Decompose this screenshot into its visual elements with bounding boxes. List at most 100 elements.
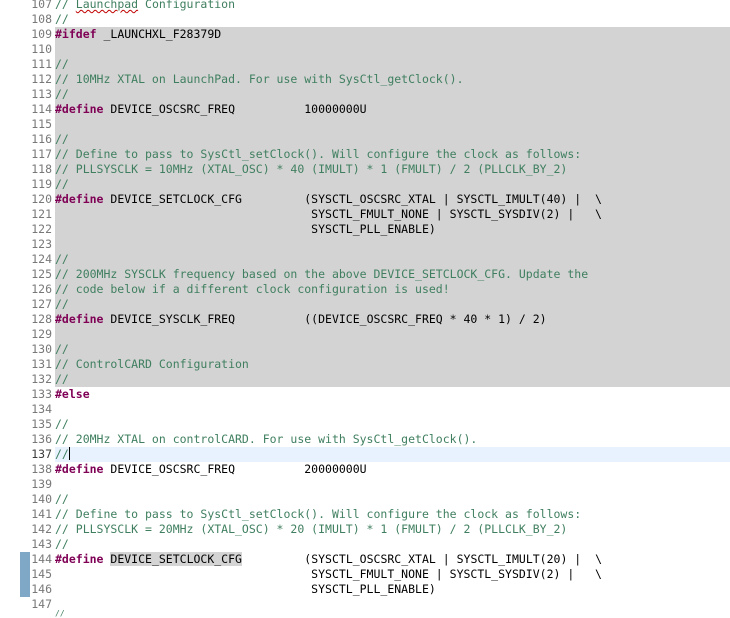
code-token: DEVICE_OSCSRC_FREQ 20000000U <box>103 462 367 476</box>
code-text: // <box>55 132 730 147</box>
code-line[interactable]: 140// <box>0 492 730 507</box>
code-line[interactable]: 108// <box>0 12 730 27</box>
code-line[interactable]: 132// <box>0 372 730 387</box>
code-line[interactable]: 111// <box>0 57 730 72</box>
line-number: 113 <box>31 87 52 101</box>
line-number: 128 <box>31 312 52 326</box>
line-number: 129 <box>31 327 52 341</box>
code-line[interactable]: 134 <box>0 402 730 417</box>
code-line[interactable]: 114 #define DEVICE_OSCSRC_FREQ 10000000U <box>0 102 730 117</box>
line-number: 127 <box>31 297 52 311</box>
line-number: 114 <box>31 102 52 116</box>
line-number: 137 <box>31 447 52 461</box>
line-number: 116 <box>31 132 52 146</box>
line-number: 138 <box>31 462 52 476</box>
code-token: // <box>55 57 69 71</box>
code-token: // Define to pass to SysCtl_setClock(). … <box>55 147 582 161</box>
line-number: 124 <box>31 252 52 266</box>
code-line[interactable]: 133 #else <box>0 387 730 402</box>
code-line[interactable]: 144 #define DEVICE_SETCLOCK_CFG (SYSCTL_O… <box>0 552 730 567</box>
code-text: // PLLSYSCLK = 10MHz (XTAL_OSC) * 40 (IM… <box>55 162 730 177</box>
code-text: // <box>55 372 730 387</box>
code-text: // <box>55 57 730 72</box>
line-number: 142 <box>31 522 52 536</box>
code-line[interactable]: 131// ControlCARD Configuration <box>0 357 730 372</box>
code-line[interactable]: 121 SYSCTL_FMULT_NONE | SYSCTL_SYSDIV(2)… <box>0 207 730 222</box>
code-line[interactable]: 125// 200MHz SYSCLK frequency based on t… <box>0 267 730 282</box>
code-line[interactable]: 138 #define DEVICE_OSCSRC_FREQ 20000000U <box>0 462 730 477</box>
code-line[interactable]: 129 <box>0 327 730 342</box>
code-token: // Define to pass to SysCtl_setClock(). … <box>55 507 582 521</box>
code-text: // code below if a different clock confi… <box>55 282 730 297</box>
code-text <box>55 117 730 132</box>
line-number: 133 <box>31 387 52 401</box>
code-line[interactable]: 113// <box>0 87 730 102</box>
code-line[interactable]: 124// <box>0 252 730 267</box>
code-token: // <box>55 252 69 266</box>
line-number: 141 <box>31 507 52 521</box>
code-token: DEVICE_SYSCLK_FREQ ((DEVICE_OSCSRC_FREQ … <box>103 312 547 326</box>
code-line[interactable]: 139 <box>0 477 730 492</box>
line-number: 109 <box>31 27 52 41</box>
code-text: // 200MHz SYSCLK frequency based on the … <box>55 267 730 282</box>
code-token: SYSCTL_FMULT_NONE | SYSCTL_SYSDIV(2) | \ <box>55 207 602 221</box>
code-line[interactable]: 110 <box>0 42 730 57</box>
line-number: 145 <box>31 567 52 581</box>
code-line[interactable]: 115 <box>0 117 730 132</box>
code-line[interactable]: 136// 20MHz XTAL on controlCARD. For use… <box>0 432 730 447</box>
code-text: // <box>55 87 730 102</box>
code-text: #define DEVICE_SETCLOCK_CFG (SYSCTL_OSCS… <box>55 552 730 567</box>
code-text: // <box>55 447 730 462</box>
line-number: 122 <box>31 222 52 236</box>
code-line[interactable]: 146 SYSCTL_PLL_ENABLE) <box>0 582 730 597</box>
code-line[interactable]: 123 <box>0 237 730 252</box>
code-text <box>55 327 730 342</box>
line-number: 130 <box>31 342 52 356</box>
line-number: 123 <box>31 237 52 251</box>
code-line[interactable]: 128 #define DEVICE_SYSCLK_FREQ ((DEVICE_O… <box>0 312 730 327</box>
code-line[interactable]: 118// PLLSYSCLK = 10MHz (XTAL_OSC) * 40 … <box>0 162 730 177</box>
code-token: // <box>55 12 69 26</box>
code-text: #else <box>55 387 730 402</box>
code-line[interactable]: 130// <box>0 342 730 357</box>
code-line[interactable]: 127// <box>0 297 730 312</box>
line-number: 107 <box>31 0 52 11</box>
code-line[interactable]: 135// <box>0 417 730 432</box>
code-line[interactable]: 119// <box>0 177 730 192</box>
code-token: // <box>55 132 69 146</box>
line-number: 112 <box>31 72 52 86</box>
line-number: 125 <box>31 267 52 281</box>
code-line[interactable]: 137// <box>0 447 730 462</box>
line-number: 139 <box>31 477 52 491</box>
code-line[interactable]: 145 SYSCTL_FMULT_NONE | SYSCTL_SYSDIV(2)… <box>0 567 730 582</box>
code-text: // <box>55 417 730 432</box>
code-token: // code below if a different clock confi… <box>55 282 450 296</box>
code-line[interactable]: 122 SYSCTL_PLL_ENABLE) <box>0 222 730 237</box>
code-token: // <box>55 342 69 356</box>
code-line[interactable]: 120 #define DEVICE_SETCLOCK_CFG (SYSCTL_O… <box>0 192 730 207</box>
code-line[interactable]: 141// Define to pass to SysCtl_setClock(… <box>0 507 730 522</box>
code-line[interactable]: 142// PLLSYSCLK = 20MHz (XTAL_OSC) * 20 … <box>0 522 730 537</box>
code-text: // 20MHz XTAL on controlCARD. For use wi… <box>55 432 730 447</box>
code-line[interactable]: 147 <box>0 597 730 612</box>
code-line[interactable]: 109 #ifdef _LAUNCHXL_F28379D <box>0 27 730 42</box>
code-line[interactable]: 107// Launchpad Configuration <box>0 0 730 12</box>
code-text: #define DEVICE_SYSCLK_FREQ ((DEVICE_OSCS… <box>55 312 730 327</box>
code-line[interactable]: 112// 10MHz XTAL on LaunchPad. For use w… <box>0 72 730 87</box>
code-token: // <box>55 537 69 551</box>
text-caret <box>68 447 70 460</box>
code-line[interactable]: 116// <box>0 132 730 147</box>
code-line[interactable]: 143// <box>0 537 730 552</box>
code-text: // ControlCARD Configuration <box>55 357 730 372</box>
line-number: 126 <box>31 282 52 296</box>
code-token: // PLLSYSCLK = 10MHz (XTAL_OSC) * 40 (IM… <box>55 162 568 176</box>
code-editor[interactable]: 107// Launchpad Configuration 108//109 #if… <box>0 0 730 612</box>
line-number: 120 <box>31 192 52 206</box>
code-text: // <box>55 177 730 192</box>
code-line[interactable]: 117// Define to pass to SysCtl_setClock(… <box>0 147 730 162</box>
code-line[interactable]: 126// code below if a different clock co… <box>0 282 730 297</box>
code-text: // <box>55 492 730 507</box>
line-number: 146 <box>31 582 52 596</box>
code-token: _LAUNCHXL_F28379D <box>96 27 222 41</box>
